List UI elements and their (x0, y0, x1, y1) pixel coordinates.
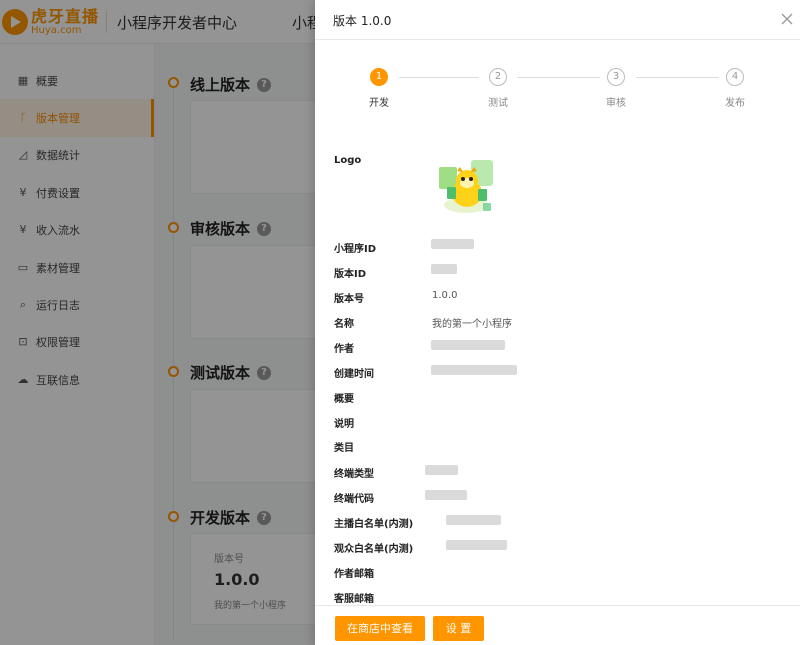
drawer-header: 版本 1.0.0 (315, 0, 800, 40)
version-no-label: 版本号 (334, 294, 364, 305)
terminal-code-label: 终端代码 (334, 494, 374, 505)
audience-whitelist-value-redacted (446, 540, 507, 550)
progress-steps: 1 开发 2 测试 3 审核 4 发布 (315, 66, 800, 116)
version-detail-drawer: 版本 1.0.0 1 开发 2 测试 3 审核 4 发布 Logo 小程序ID … (315, 0, 800, 645)
logo-label: Logo (334, 155, 362, 166)
service-email-label: 客服邮箱 (334, 594, 374, 605)
step-number: 1 (370, 68, 388, 86)
app-logo-image (439, 160, 493, 213)
step-label: 发布 (725, 98, 745, 109)
name-label: 名称 (334, 319, 354, 330)
terminal-type-value-redacted (425, 465, 458, 475)
category-label: 类目 (334, 443, 354, 454)
step-publish: 4 发布 (705, 66, 765, 109)
step-label: 审核 (606, 98, 626, 109)
step-number: 4 (726, 68, 744, 86)
modal-overlay[interactable] (0, 0, 315, 645)
summary-label: 概要 (334, 394, 354, 405)
step-connector (399, 77, 479, 78)
version-no-value: 1.0.0 (432, 290, 458, 301)
audience-whitelist-label: 观众白名单(内测) (334, 544, 414, 555)
version-id-label: 版本ID (334, 269, 367, 280)
step-number: 3 (607, 68, 625, 86)
step-label: 开发 (369, 98, 389, 109)
terminal-type-label: 终端类型 (334, 469, 374, 480)
app-id-label: 小程序ID (334, 244, 377, 255)
close-icon[interactable] (780, 12, 794, 26)
app-id-value-redacted (431, 239, 474, 249)
anchor-whitelist-value-redacted (446, 515, 501, 525)
created-time-value-redacted (431, 365, 517, 375)
step-develop: 1 开发 (349, 66, 409, 109)
name-value: 我的第一个小程序 (432, 319, 512, 330)
terminal-code-value-redacted (425, 490, 467, 500)
author-email-label: 作者邮箱 (334, 569, 374, 580)
description-label: 说明 (334, 419, 354, 430)
created-time-label: 创建时间 (334, 369, 374, 380)
author-value-redacted (431, 340, 505, 350)
drawer-title: 版本 1.0.0 (333, 14, 392, 28)
step-test: 2 测试 (468, 66, 528, 109)
version-id-value-redacted (431, 264, 457, 274)
settings-button[interactable]: 设 置 (433, 616, 484, 641)
drawer-footer: 在商店中查看 设 置 (315, 605, 800, 645)
step-label: 测试 (488, 98, 508, 109)
step-review: 3 审核 (586, 66, 646, 109)
step-number: 2 (489, 68, 507, 86)
anchor-whitelist-label: 主播白名单(内测) (334, 519, 414, 530)
author-label: 作者 (334, 344, 354, 355)
view-in-store-button[interactable]: 在商店中查看 (335, 616, 425, 641)
